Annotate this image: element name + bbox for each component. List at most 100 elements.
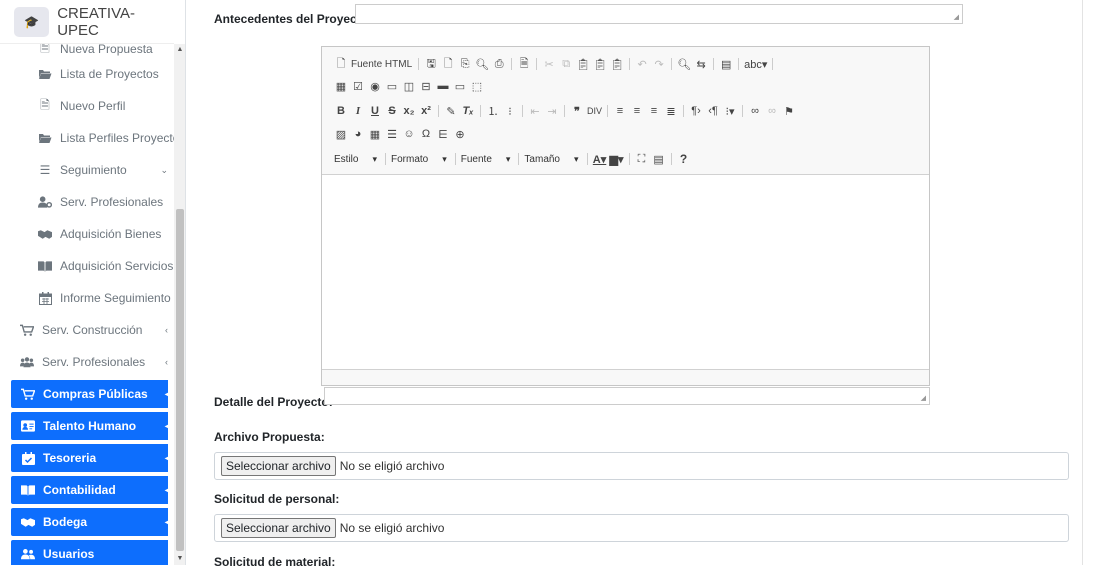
detalle-textarea[interactable]: ◢ <box>324 387 930 405</box>
editor-content-area[interactable] <box>322 175 929 369</box>
scroll-up-arrow-icon[interactable]: ▲ <box>174 44 185 56</box>
indent-icon[interactable]: ⇥ <box>545 103 559 119</box>
preview-icon[interactable]: 🔍︎ <box>475 56 489 72</box>
smiley-icon[interactable]: ☺ <box>402 126 416 142</box>
flash-icon[interactable]: ◕ <box>351 126 365 142</box>
ltr-icon[interactable]: ¶› <box>689 103 703 119</box>
subscript-icon[interactable]: x₂ <box>402 103 416 119</box>
help-button[interactable]: ? <box>677 151 691 167</box>
sidebar-item-adquisicion-servicios[interactable]: Adquisición Servicios <box>0 250 174 282</box>
templates-icon[interactable]: ⎘ <box>458 56 472 72</box>
format-combo[interactable]: Formato ▾ <box>391 154 447 165</box>
checkbox-icon[interactable]: ☑ <box>351 78 365 94</box>
anchor-flag-icon[interactable]: ⚑ <box>782 103 796 119</box>
radio-icon[interactable]: ◉ <box>368 78 382 94</box>
bold-icon[interactable]: B <box>334 103 348 119</box>
find-icon[interactable]: 🔍︎ <box>677 56 691 72</box>
module-contabilidad[interactable]: Contabilidad ◂ <box>11 476 170 504</box>
sidebar-item-adquisicion-bienes[interactable]: Adquisición Bienes <box>0 218 174 250</box>
brand[interactable]: 🎓 CREATIVA-UPEC <box>0 0 174 44</box>
source-icon[interactable]: 🗋 <box>334 56 348 72</box>
source-button[interactable]: Fuente HTML <box>351 56 412 72</box>
sidebar-item-serv-construccion[interactable]: Serv. Construcción ‹ <box>0 314 174 346</box>
paste-text-icon[interactable]: 📋︎ <box>593 56 607 72</box>
text-color-icon[interactable]: A▾ <box>593 151 607 167</box>
italic-icon[interactable]: I <box>351 103 365 119</box>
remove-format-icon[interactable]: Tₓ <box>461 103 475 119</box>
module-talento-humano[interactable]: Talento Humano ◂ <box>11 412 170 440</box>
sidebar-item-serv-profesionales[interactable]: Serv. Profesionales <box>0 186 174 218</box>
numbered-list-icon[interactable]: ⒈ <box>486 103 500 119</box>
maximize-icon[interactable]: ⛶ <box>635 151 649 167</box>
textfield-icon[interactable]: ▭ <box>385 78 399 94</box>
sidebar-item-nuevo-perfil[interactable]: 🗎 Nuevo Perfil <box>0 90 174 122</box>
module-compras-publicas[interactable]: Compras Públicas ◂ <box>11 380 170 408</box>
language-icon[interactable]: ⁝▾ <box>723 103 737 119</box>
size-combo[interactable]: Tamaño ▾ <box>524 154 578 165</box>
paste-icon[interactable]: 📋︎ <box>576 56 590 72</box>
bg-color-icon[interactable]: ▆▾ <box>610 151 624 167</box>
sidebar-item-serv-profesionales-2[interactable]: Serv. Profesionales ‹ <box>0 346 174 378</box>
style-combo[interactable]: Estilo ▾ <box>334 154 377 165</box>
copy-icon[interactable]: ⧉ <box>559 56 573 72</box>
scroll-down-arrow-icon[interactable]: ▼ <box>174 553 185 565</box>
module-bodega[interactable]: Bodega ◂ <box>11 508 170 536</box>
save-icon[interactable]: 🖫 <box>424 56 438 72</box>
scroll-thumb[interactable] <box>176 209 184 551</box>
module-usuarios[interactable]: Usuarios <box>11 540 168 565</box>
rtl-icon[interactable]: ‹¶ <box>706 103 720 119</box>
sidebar-item-lista-perfiles[interactable]: Lista Perfiles Proyectos <box>0 122 174 154</box>
div-container-icon[interactable]: DIV <box>587 103 602 119</box>
align-justify-icon[interactable]: ≣ <box>664 103 678 119</box>
image-icon[interactable]: ▨ <box>334 126 348 142</box>
spellcheck-icon[interactable]: abc▾ <box>744 56 767 72</box>
table-icon[interactable]: ▦ <box>368 126 382 142</box>
select-file-button[interactable]: Seleccionar archivo <box>221 518 336 538</box>
iframe-icon[interactable]: ⊕ <box>453 126 467 142</box>
copy-format-icon[interactable]: ✎ <box>444 103 458 119</box>
rich-text-editor[interactable]: 🗋 Fuente HTML 🖫 🗋 ⎘ 🔍︎ ⎙ 🗎 ✂ ⧉ 📋︎ 📋︎ 📋︎ … <box>321 46 930 386</box>
image-button-icon[interactable]: ▭ <box>453 78 467 94</box>
bulleted-list-icon[interactable]: ⁝ <box>503 103 517 119</box>
redo-icon[interactable]: ↷ <box>652 56 666 72</box>
select-icon[interactable]: ⊟ <box>419 78 433 94</box>
strikethrough-icon[interactable]: S <box>385 103 399 119</box>
antecedentes-textarea[interactable]: ◢ <box>355 4 963 24</box>
undo-icon[interactable]: ↶ <box>635 56 649 72</box>
sidebar-item-lista-proyectos[interactable]: Lista de Proyectos <box>0 58 174 90</box>
show-blocks-icon[interactable]: ▤ <box>652 151 666 167</box>
select-all-icon[interactable]: ▤ <box>719 56 733 72</box>
solicitud-personal-file-input[interactable]: Seleccionar archivo No se eligió archivo <box>214 514 1069 542</box>
hidden-field-icon[interactable]: ⬚ <box>470 78 484 94</box>
page-break-icon[interactable]: ⋿ <box>436 126 450 142</box>
archivo-propuesta-file-input[interactable]: Seleccionar archivo No se eligió archivo <box>214 452 1069 480</box>
form-icon[interactable]: ▦ <box>334 78 348 94</box>
resize-grip-icon[interactable]: ◢ <box>954 13 959 21</box>
unlink-icon[interactable]: ∞ <box>765 103 779 119</box>
outdent-icon[interactable]: ⇤ <box>528 103 542 119</box>
new-page-icon[interactable]: 🗋 <box>441 56 455 72</box>
sidebar-scrollbar[interactable]: ▲ ▼ <box>174 44 185 565</box>
special-char-icon[interactable]: Ω <box>419 126 433 142</box>
link-icon[interactable]: ∞ <box>748 103 762 119</box>
print-icon[interactable]: ⎙ <box>492 56 506 72</box>
select-file-button[interactable]: Seleccionar archivo <box>221 456 336 476</box>
align-center-icon[interactable]: ≡ <box>630 103 644 119</box>
document-icon[interactable]: 🗎 <box>517 56 531 72</box>
horizontal-rule-icon[interactable]: ☰ <box>385 126 399 142</box>
sidebar-item-informe-seguimiento[interactable]: Informe Seguimiento <box>0 282 174 314</box>
blockquote-icon[interactable]: ❞ <box>570 103 584 119</box>
resize-grip-icon[interactable]: ◢ <box>921 394 926 402</box>
superscript-icon[interactable]: x² <box>419 103 433 119</box>
align-right-icon[interactable]: ≡ <box>647 103 661 119</box>
cut-icon[interactable]: ✂ <box>542 56 556 72</box>
button-icon[interactable]: ▬ <box>436 78 450 94</box>
paste-word-icon[interactable]: 📋︎ <box>610 56 624 72</box>
align-left-icon[interactable]: ≡ <box>613 103 627 119</box>
replace-icon[interactable]: ⇆ <box>694 56 708 72</box>
underline-icon[interactable]: U <box>368 103 382 119</box>
font-combo[interactable]: Fuente ▾ <box>461 154 511 165</box>
textarea-icon[interactable]: ◫ <box>402 78 416 94</box>
sidebar-item-seguimiento[interactable]: ☰ Seguimiento ⌄ <box>0 154 174 186</box>
module-tesoreria[interactable]: Tesoreria ◂ <box>11 444 170 472</box>
